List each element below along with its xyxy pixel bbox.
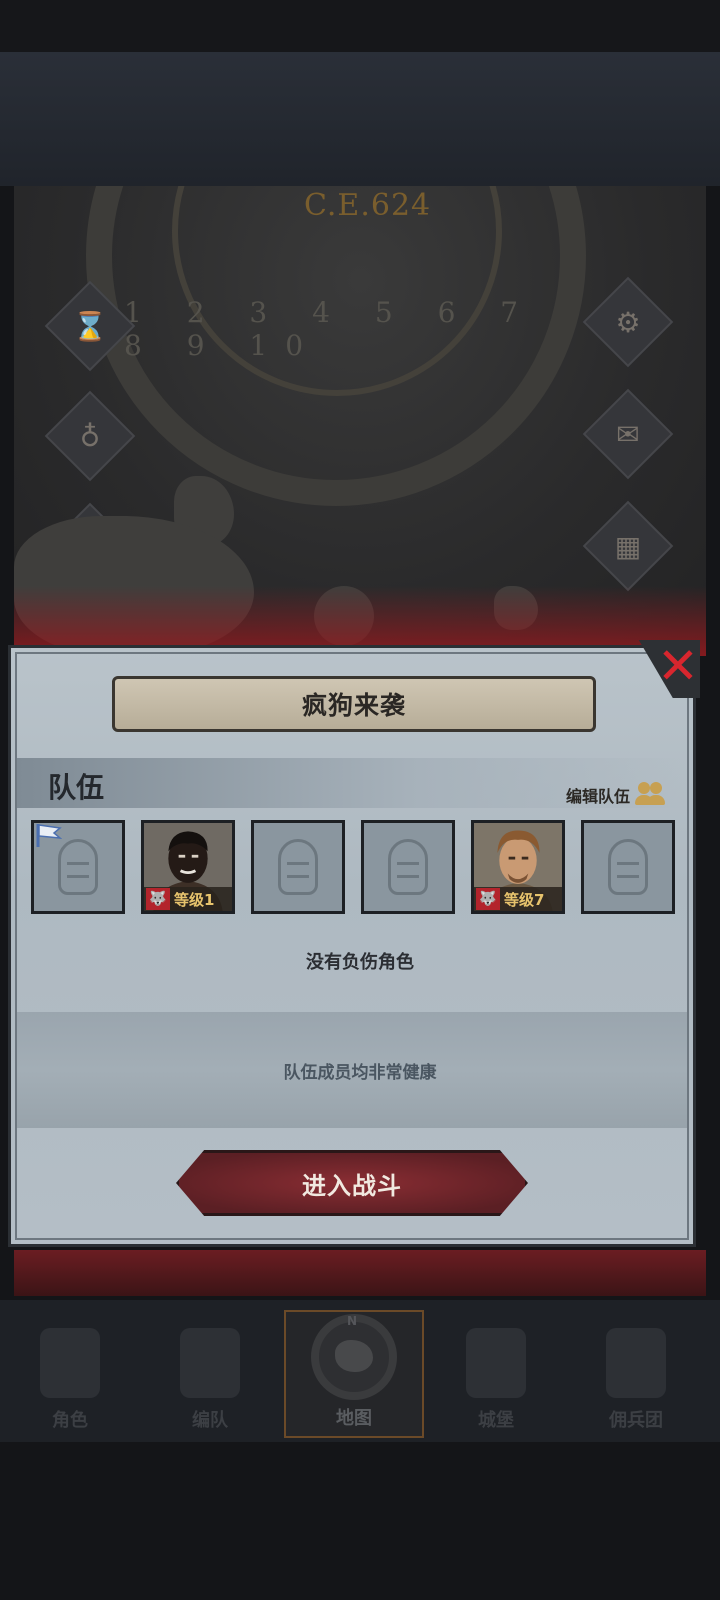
empty-slot-helmet-icon bbox=[388, 839, 428, 895]
nav-item-character[interactable]: 角色 bbox=[0, 1310, 140, 1438]
knight-icon bbox=[40, 1328, 100, 1398]
bottom-system-area bbox=[0, 1442, 720, 1600]
enter-battle-label: 进入战斗 bbox=[302, 1171, 402, 1200]
world-map-background: C.E.624 1 2 3 4 5 6 7 8 9 10 ⌛ ♁ ✉ ⚙ ✉ ▦ bbox=[14, 186, 706, 656]
add-member-icon bbox=[632, 780, 666, 810]
enter-battle-button[interactable]: 进入战斗 bbox=[176, 1150, 528, 1216]
nav-label: 编队 bbox=[192, 1410, 228, 1431]
status-bar bbox=[0, 0, 720, 52]
nav-item-formation[interactable]: 编队 bbox=[140, 1310, 280, 1438]
map-landmass bbox=[494, 586, 538, 630]
nav-label: 城堡 bbox=[478, 1410, 514, 1431]
empty-slot-helmet-icon bbox=[278, 839, 318, 895]
helmet-icon bbox=[180, 1328, 240, 1398]
team-slot-2[interactable]: 🐺 等级1 bbox=[141, 820, 235, 914]
mail-icon: ✉ bbox=[616, 417, 640, 451]
money-bag-icon: ♁ bbox=[79, 419, 101, 453]
nav-item-mercenary[interactable]: 佣兵团 bbox=[566, 1310, 706, 1438]
settings-button[interactable]: ⚙ bbox=[582, 276, 674, 368]
nav-label: 佣兵团 bbox=[609, 1410, 663, 1431]
building-button[interactable]: ▦ bbox=[582, 500, 674, 592]
dialog-title-banner: 疯狗来袭 bbox=[112, 676, 596, 732]
edit-team-button[interactable]: 编辑队伍 bbox=[566, 778, 666, 812]
nav-item-castle[interactable]: 城堡 bbox=[426, 1310, 566, 1438]
team-slot-5[interactable]: 🐺 等级7 bbox=[471, 820, 565, 914]
team-slot-3[interactable] bbox=[251, 820, 345, 914]
level-label: 等级1 bbox=[174, 890, 215, 909]
dial-numbers: 1 2 3 4 5 6 7 8 9 10 bbox=[124, 296, 537, 362]
mail-button[interactable]: ✉ bbox=[582, 388, 674, 480]
hourglass-icon: ⌛ bbox=[72, 309, 108, 343]
team-label: 队伍 bbox=[48, 771, 105, 804]
health-status-text: 队伍成员均非常健康 bbox=[283, 1063, 437, 1083]
edit-team-label: 编辑队伍 bbox=[566, 787, 631, 806]
leader-flag-icon bbox=[36, 824, 62, 847]
empty-slot-helmet-icon bbox=[58, 839, 98, 895]
money-bag-button[interactable]: ♁ bbox=[44, 390, 136, 482]
level-label: 等级7 bbox=[504, 890, 545, 909]
nav-label: 地图 bbox=[336, 1408, 372, 1429]
injured-status-text: 没有负伤角色 bbox=[306, 952, 414, 973]
year-label: C.E.624 bbox=[304, 188, 432, 223]
close-x-icon[interactable]: ✕ bbox=[650, 638, 706, 694]
gear-icon: ⚙ bbox=[615, 305, 641, 339]
dialog-title: 疯狗来袭 bbox=[301, 691, 406, 720]
team-slot-4[interactable] bbox=[361, 820, 455, 914]
empty-slot-helmet-icon bbox=[608, 839, 648, 895]
map-bottom-strip bbox=[14, 1250, 706, 1296]
castle-icon bbox=[466, 1328, 526, 1398]
nav-label: 角色 bbox=[52, 1410, 88, 1431]
nav-item-map[interactable]: 地图 bbox=[284, 1310, 424, 1438]
level-bar: 🐺 等级1 bbox=[144, 887, 232, 911]
level-bar: 🐺 等级7 bbox=[474, 887, 562, 911]
map-location-marker[interactable] bbox=[314, 586, 374, 646]
top-strip bbox=[0, 52, 720, 186]
window-grid-icon: ▦ bbox=[614, 529, 642, 563]
wolf-class-icon: 🐺 bbox=[146, 888, 170, 910]
wolf-class-icon: 🐺 bbox=[476, 888, 500, 910]
team-slot-6[interactable] bbox=[581, 820, 675, 914]
mercenary-icon bbox=[606, 1328, 666, 1398]
compass-north-mark: N bbox=[347, 1314, 358, 1328]
